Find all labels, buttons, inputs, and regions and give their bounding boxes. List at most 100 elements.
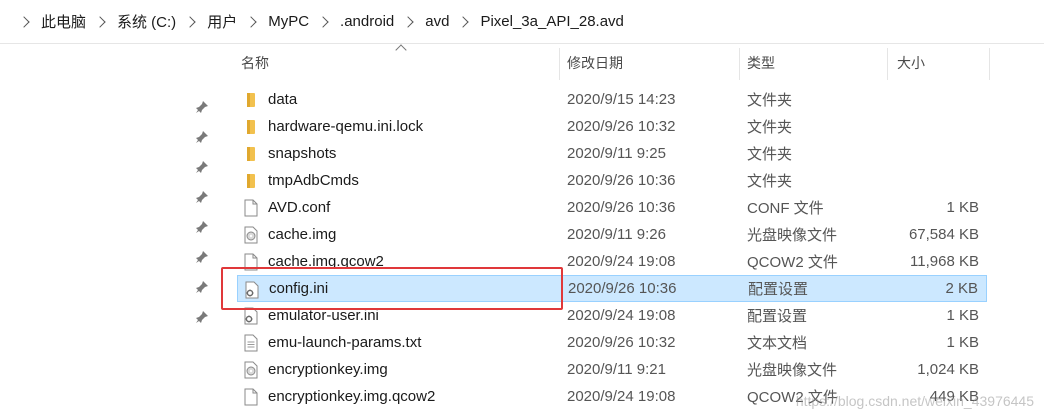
- file-row[interactable]: data 2020/9/15 14:23 文件夹: [237, 86, 987, 113]
- pin-icon[interactable]: [195, 280, 209, 294]
- file-icon: [243, 199, 259, 217]
- column-divider[interactable]: [559, 48, 560, 80]
- file-row[interactable]: snapshots 2020/9/11 9:25 文件夹: [237, 140, 987, 167]
- file-size: 67,584 KB: [908, 226, 979, 243]
- breadcrumb-item-current[interactable]: Pixel_3a_API_28.avd: [480, 13, 623, 30]
- file-row[interactable]: encryptionkey.img 2020/9/11 9:21 光盘映像文件 1,0…: [237, 356, 987, 383]
- file-date: 2020/9/11 9:26: [567, 226, 666, 243]
- file-date: 2020/9/24 19:08: [567, 307, 676, 324]
- file-size: 11,968 KB: [910, 253, 979, 270]
- file-date: 2020/9/24 19:08: [567, 388, 676, 405]
- column-divider[interactable]: [989, 48, 990, 80]
- file-type: CONF 文件: [747, 200, 824, 217]
- disc-image-icon: [243, 361, 259, 379]
- chevron-right-icon[interactable]: [94, 15, 106, 28]
- breadcrumb: 此电脑 系统 (C:) 用户 MyPC .android avd Pixel_3…: [0, 0, 1044, 44]
- file-size: 1 KB: [946, 334, 979, 351]
- breadcrumb-item[interactable]: .android: [340, 13, 425, 30]
- breadcrumb-item[interactable]: avd: [425, 13, 480, 30]
- file-name: snapshots: [268, 145, 337, 162]
- file-row[interactable]: tmpAdbCmds 2020/9/26 10:36 文件夹: [237, 167, 987, 194]
- file-date: 2020/9/24 19:08: [567, 253, 676, 270]
- chevron-right-icon[interactable]: [402, 15, 414, 28]
- file-date: 2020/9/11 9:25: [567, 145, 666, 162]
- pin-icon[interactable]: [195, 100, 209, 114]
- file-date: 2020/9/26 10:36: [567, 172, 676, 189]
- pin-icon[interactable]: [195, 160, 209, 174]
- file-date: 2020/9/11 9:21: [567, 361, 666, 378]
- file-name: cache.img: [268, 226, 337, 243]
- file-type: 文件夹: [747, 119, 793, 136]
- folder-icon: [243, 118, 259, 136]
- file-icon: [243, 388, 259, 406]
- file-row[interactable]: hardware-qemu.ini.lock 2020/9/26 10:32 文件夹: [237, 113, 987, 140]
- column-header-name[interactable]: 名称: [241, 44, 269, 82]
- file-name: encryptionkey.img.qcow2: [268, 388, 436, 405]
- chevron-right-icon[interactable]: [317, 15, 329, 28]
- pin-icon[interactable]: [195, 190, 209, 204]
- column-divider[interactable]: [739, 48, 740, 80]
- pin-icon[interactable]: [195, 220, 209, 234]
- file-icon: [243, 253, 259, 271]
- file-name: config.ini: [269, 280, 329, 297]
- file-size: 1 KB: [946, 199, 979, 216]
- disc-image-icon: [243, 226, 259, 244]
- breadcrumb-item[interactable]: MyPC: [268, 13, 340, 30]
- file-type: 文件夹: [747, 92, 793, 109]
- file-type: QCOW2 文件: [747, 254, 838, 271]
- file-name: data: [268, 91, 298, 108]
- text-file-icon: [243, 334, 259, 352]
- sort-ascending-icon: [395, 44, 407, 56]
- file-type: 配置设置: [747, 308, 808, 325]
- folder-icon: [243, 91, 259, 109]
- file-date: 2020/9/26 10:36: [567, 199, 676, 216]
- file-name: emu-launch-params.txt: [268, 334, 422, 351]
- column-header-date[interactable]: 修改日期: [567, 44, 623, 82]
- breadcrumb-item[interactable]: 此电脑: [41, 11, 117, 32]
- chevron-right-icon[interactable]: [457, 15, 470, 28]
- config-file-icon: [244, 281, 260, 299]
- file-row[interactable]: AVD.conf 2020/9/26 10:36 CONF 文件 1 KB: [237, 194, 987, 221]
- chevron-right-icon[interactable]: [245, 15, 257, 28]
- file-size: 1 KB: [946, 307, 979, 324]
- column-divider[interactable]: [887, 48, 888, 80]
- file-row[interactable]: emulator-user.ini 2020/9/24 19:08 配置设置 1 KB: [237, 302, 987, 329]
- file-type: 文件夹: [747, 146, 793, 163]
- file-type: 光盘映像文件: [747, 227, 838, 244]
- file-date: 2020/9/26 10:32: [567, 334, 676, 351]
- file-size: 1,024 KB: [917, 361, 979, 378]
- file-type: 光盘映像文件: [747, 362, 838, 379]
- file-date: 2020/9/26 10:32: [567, 118, 676, 135]
- file-date: 2020/9/26 10:36: [568, 280, 677, 297]
- chevron-right-icon[interactable]: [184, 15, 196, 28]
- file-type: 文本文档: [747, 335, 808, 352]
- file-name: cache.img.qcow2: [268, 253, 384, 270]
- file-type: 文件夹: [747, 173, 793, 190]
- file-type: 配置设置: [748, 281, 809, 298]
- file-row[interactable]: cache.img 2020/9/11 9:26 光盘映像文件 67,584 KB: [237, 221, 987, 248]
- file-row[interactable]: config.ini 2020/9/26 10:36 配置设置 2 KB: [237, 275, 987, 302]
- file-name: AVD.conf: [268, 199, 331, 216]
- watermark: https://blog.csdn.net/weixin_43976445: [795, 393, 1034, 409]
- file-list: data 2020/9/15 14:23 文件夹 hardware-qemu.ini.…: [237, 86, 987, 410]
- file-size: 2 KB: [945, 280, 978, 297]
- pin-icon[interactable]: [195, 250, 209, 264]
- pin-icon[interactable]: [195, 130, 209, 144]
- config-file-icon: [243, 307, 259, 325]
- file-row[interactable]: cache.img.qcow2 2020/9/24 19:08 QCOW2 文件 11…: [237, 248, 987, 275]
- column-header: 名称 修改日期 类型 大小: [219, 44, 991, 82]
- file-name: hardware-qemu.ini.lock: [268, 118, 424, 135]
- file-row[interactable]: emu-launch-params.txt 2020/9/26 10:32 文本文档…: [237, 329, 987, 356]
- file-name: tmpAdbCmds: [268, 172, 359, 189]
- folder-icon: [243, 172, 259, 190]
- chevron-right-icon[interactable]: [18, 15, 30, 28]
- pin-column: [195, 100, 215, 340]
- breadcrumb-item[interactable]: 系统 (C:): [117, 11, 207, 32]
- pin-icon[interactable]: [195, 310, 209, 324]
- column-header-size[interactable]: 大小: [897, 44, 925, 82]
- column-header-type[interactable]: 类型: [747, 44, 775, 82]
- breadcrumb-item[interactable]: 用户: [207, 11, 268, 32]
- file-name: encryptionkey.img: [268, 361, 388, 378]
- file-name: emulator-user.ini: [268, 307, 379, 324]
- folder-icon: [243, 145, 259, 163]
